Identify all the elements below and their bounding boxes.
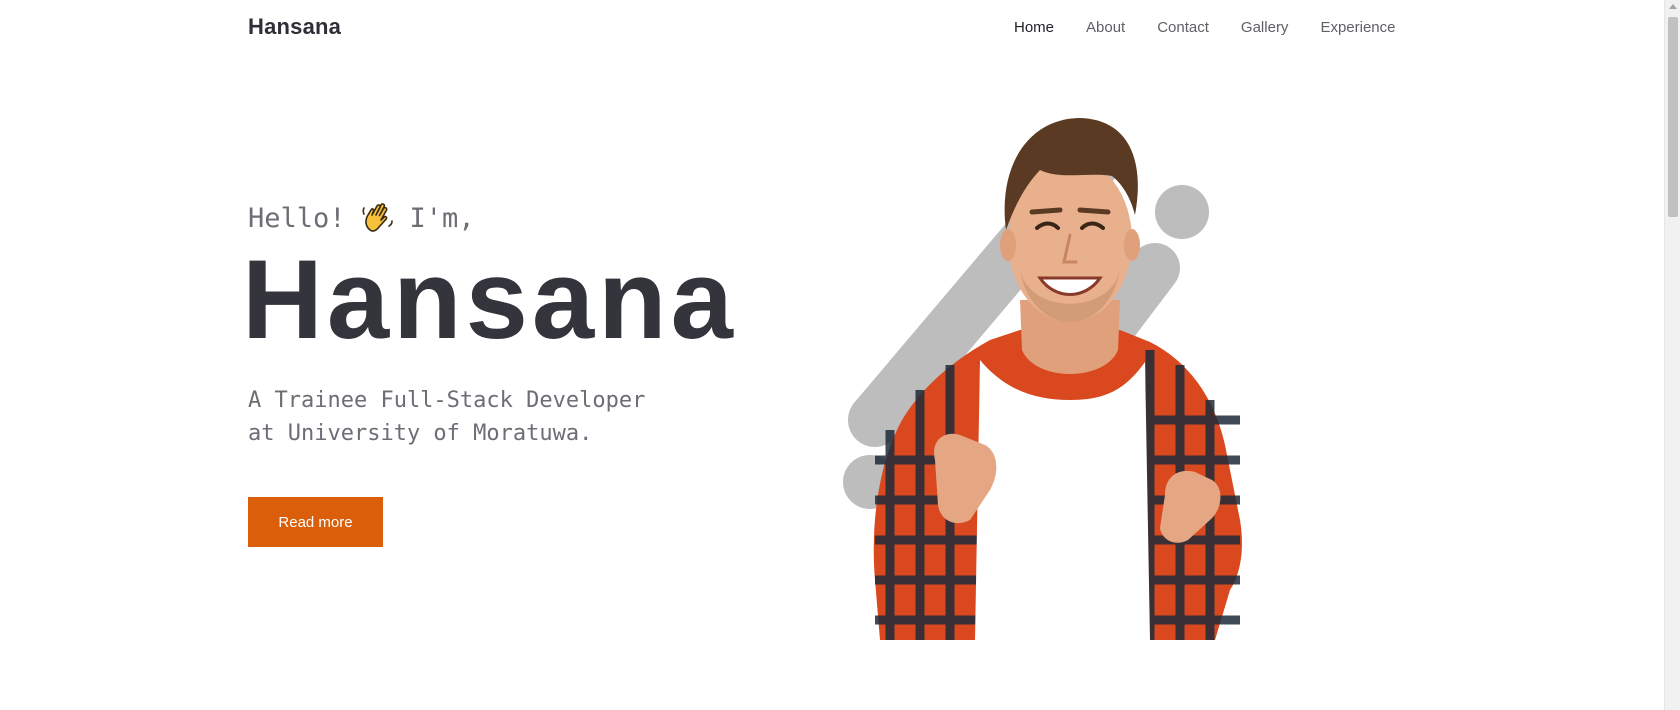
greeting-im: I'm, <box>409 202 475 234</box>
page: Hansana Home About Contact Gallery Exper… <box>0 0 1680 710</box>
scroll-up-icon[interactable] <box>1669 4 1677 9</box>
hero-tagline: A Trainee Full-Stack Developer at Univer… <box>248 384 708 450</box>
brand-logo[interactable]: Hansana <box>248 14 341 40</box>
site-header: Hansana Home About Contact Gallery Exper… <box>0 0 1664 58</box>
read-more-button[interactable]: Read more <box>248 497 383 547</box>
hero-greeting: Hello! I'm, <box>248 200 475 236</box>
main-nav: Home About Contact Gallery Experience <box>1014 19 1395 36</box>
scroll-thumb[interactable] <box>1668 17 1678 217</box>
nav-gallery[interactable]: Gallery <box>1241 19 1289 36</box>
waving-hand-icon <box>361 203 393 232</box>
hero-name: Hansana <box>242 237 737 362</box>
tagline-line-2: at University of Moratuwa. <box>248 421 593 446</box>
page-scrollbar[interactable] <box>1664 0 1680 710</box>
greeting-hello: Hello! <box>248 202 346 234</box>
nav-experience[interactable]: Experience <box>1320 19 1395 36</box>
hero-portrait <box>843 118 1242 640</box>
nav-about[interactable]: About <box>1086 19 1125 36</box>
nav-home[interactable]: Home <box>1014 19 1054 36</box>
tagline-line-1: A Trainee Full-Stack Developer <box>248 388 646 413</box>
decor-dot-top <box>1155 185 1209 239</box>
nav-contact[interactable]: Contact <box>1157 19 1209 36</box>
